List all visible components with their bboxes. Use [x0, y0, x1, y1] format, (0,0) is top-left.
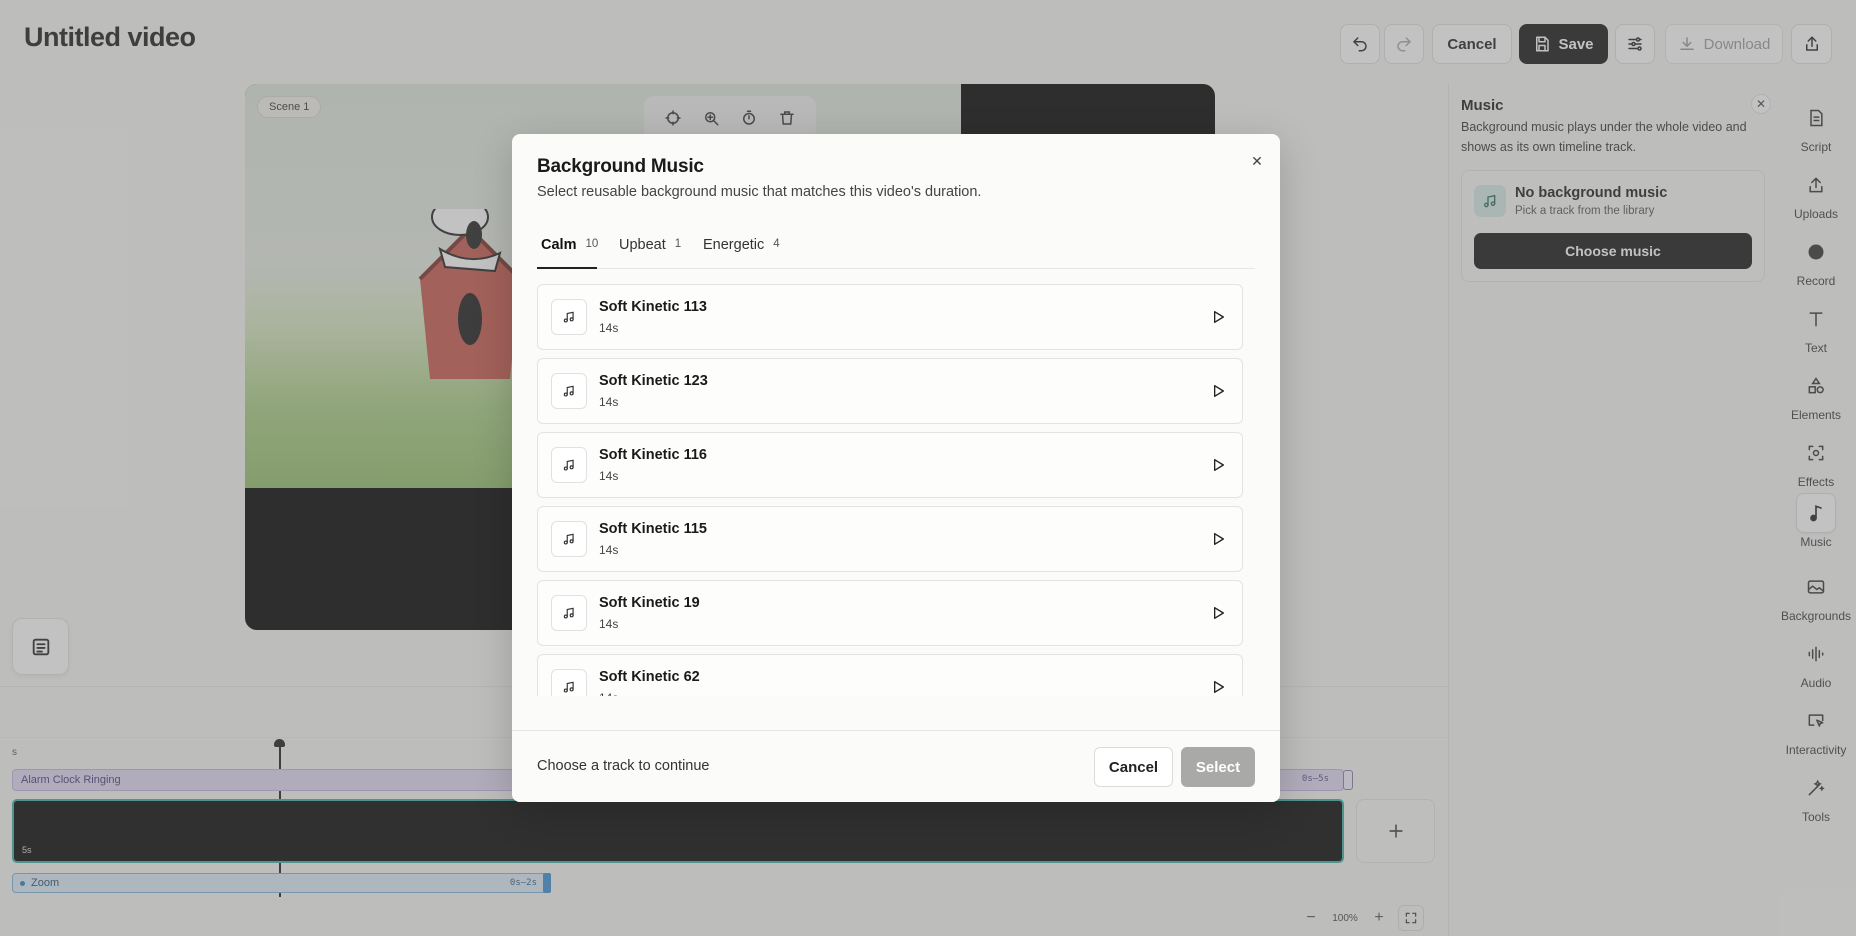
music-note-icon	[551, 595, 587, 631]
background-music-dialog: ✕ Background Music Select reusable backg…	[512, 134, 1280, 802]
track-name: Soft Kinetic 116	[599, 447, 707, 463]
play-icon[interactable]	[1208, 307, 1228, 327]
tab-count: 4	[773, 238, 780, 250]
music-note-icon	[551, 373, 587, 409]
close-icon: ✕	[1251, 152, 1263, 169]
music-note-icon	[551, 669, 587, 696]
track-item[interactable]: Soft Kinetic 115 14s	[537, 506, 1243, 572]
track-item[interactable]: Soft Kinetic 116 14s	[537, 432, 1243, 498]
music-note-icon	[551, 521, 587, 557]
track-name: Soft Kinetic 19	[599, 595, 700, 611]
tab-label: Energetic	[703, 237, 765, 253]
category-tabs: Calm 10 Upbeat 1 Energetic 4	[537, 231, 1255, 269]
track-duration: 14s	[599, 691, 618, 696]
tab-calm[interactable]: Calm 10	[537, 231, 599, 269]
tab-count: 10	[585, 238, 599, 250]
dialog-close-button[interactable]: ✕	[1248, 152, 1266, 170]
tab-energetic[interactable]: Energetic 4	[703, 231, 793, 269]
track-duration: 14s	[599, 469, 619, 483]
play-icon[interactable]	[1208, 529, 1228, 549]
track-duration: 14s	[599, 395, 619, 409]
tab-label: Upbeat	[619, 237, 666, 253]
tab-count: 1	[674, 238, 682, 250]
music-note-icon	[551, 447, 587, 483]
play-icon[interactable]	[1208, 455, 1228, 475]
dialog-subtitle: Select reusable background music that ma…	[537, 184, 982, 200]
track-name: Soft Kinetic 123	[599, 373, 708, 389]
tab-upbeat[interactable]: Upbeat 1	[619, 231, 689, 269]
track-item[interactable]: Soft Kinetic 62 14s	[537, 654, 1243, 696]
track-item[interactable]: Soft Kinetic 113 14s	[537, 284, 1243, 350]
tab-label: Calm	[541, 237, 577, 253]
track-duration: 14s	[599, 321, 619, 335]
track-item[interactable]: Soft Kinetic 123 14s	[537, 358, 1243, 424]
play-icon[interactable]	[1208, 381, 1228, 401]
dialog-title: Background Music	[537, 156, 704, 177]
footer-hint: Choose a track to continue	[537, 758, 710, 774]
play-icon[interactable]	[1208, 677, 1228, 696]
play-icon[interactable]	[1208, 603, 1228, 623]
dialog-footer: Choose a track to continue Cancel Select	[512, 730, 1280, 802]
track-duration: 14s	[599, 617, 619, 631]
dialog-cancel-button[interactable]: Cancel	[1094, 747, 1173, 787]
track-name: Soft Kinetic 62	[599, 669, 700, 685]
select-button[interactable]: Select	[1181, 747, 1255, 787]
track-name: Soft Kinetic 113	[599, 299, 707, 315]
track-name: Soft Kinetic 115	[599, 521, 707, 537]
track-list[interactable]: Soft Kinetic 113 14s Soft Kinetic 123 14…	[537, 284, 1243, 696]
music-note-icon	[551, 299, 587, 335]
track-item[interactable]: Soft Kinetic 19 14s	[537, 580, 1243, 646]
track-duration: 14s	[599, 543, 619, 557]
